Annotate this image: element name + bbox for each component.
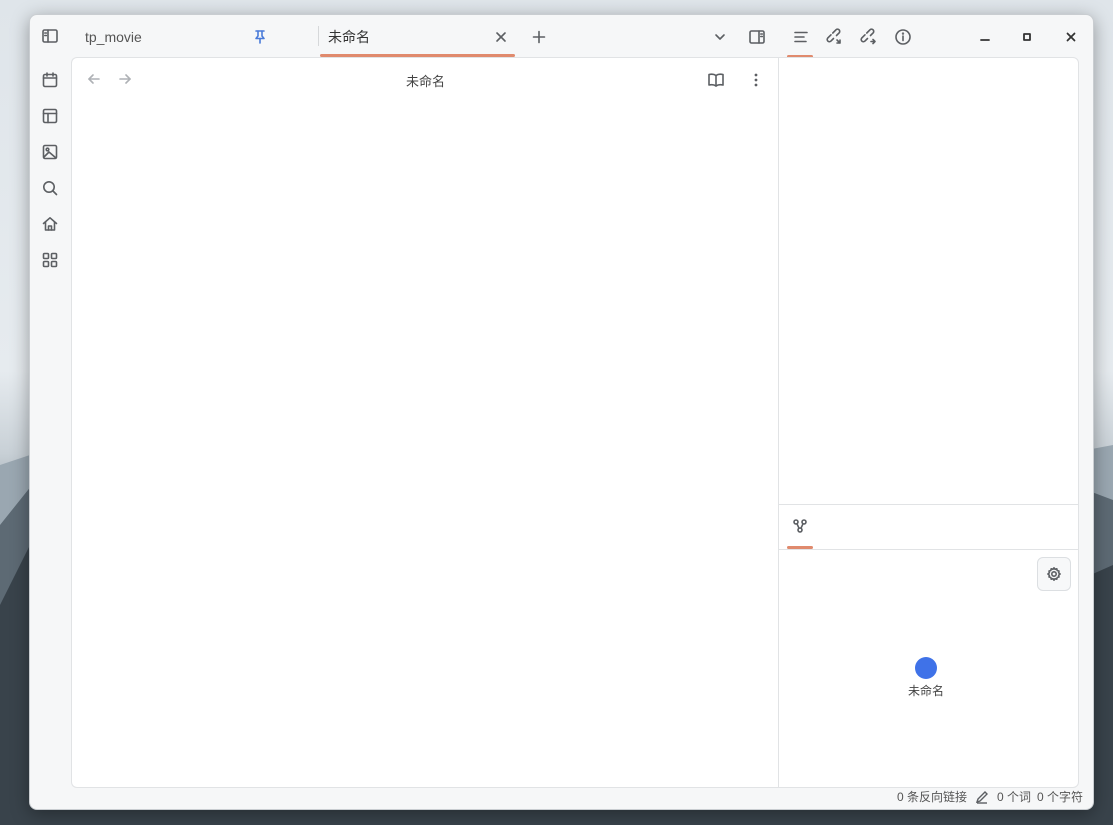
graph-header-divider (779, 549, 1078, 550)
sidebar-toggle-icon[interactable] (40, 26, 60, 46)
tab-label: tp_movie (85, 29, 142, 45)
right-sidebar-toggle-icon[interactable] (746, 26, 768, 48)
image-icon[interactable] (40, 142, 60, 162)
layout-icon[interactable] (40, 106, 60, 126)
app-window: tp_movie 未命名 未命名 未命名 0 条反向链接 0 个词 0 个字符 (29, 14, 1094, 810)
pin-icon[interactable] (251, 28, 269, 46)
graph-settings-gear-icon[interactable] (1037, 557, 1071, 591)
calendar-icon[interactable] (40, 70, 60, 90)
word-count: 0 个词 (996, 790, 1031, 804)
backlinks-count[interactable]: 0 条反向链接 (897, 788, 967, 805)
tab-separator (318, 26, 319, 46)
minimize-icon[interactable] (974, 26, 996, 48)
outline-icon[interactable] (790, 26, 812, 48)
home-icon[interactable] (40, 214, 60, 234)
close-window-icon[interactable] (1060, 26, 1082, 48)
close-tab-icon[interactable] (492, 28, 510, 46)
status-bar: 0 条反向链接 0 个词 0 个字符 (897, 788, 1083, 805)
title-bar: tp_movie 未命名 (71, 15, 1093, 58)
outgoing-links-icon[interactable] (858, 26, 880, 48)
graph-view-icon[interactable] (789, 515, 811, 537)
note-title[interactable]: 未命名 (72, 71, 779, 90)
tab-label: 未命名 (328, 29, 370, 45)
sidebar-divider (779, 504, 1078, 505)
search-icon[interactable] (40, 178, 60, 198)
edit-pencil-icon[interactable] (973, 789, 991, 805)
maximize-icon[interactable] (1016, 26, 1038, 48)
graph-node-label: 未命名 (907, 684, 944, 698)
new-tab-icon[interactable] (529, 27, 549, 47)
graph-node[interactable] (915, 657, 937, 679)
right-sidebar: 未命名 (778, 57, 1079, 788)
dashboard-icon[interactable] (40, 250, 60, 270)
backlinks-icon[interactable] (824, 26, 846, 48)
char-count: 0 个字符 (1036, 790, 1083, 804)
editor-pane[interactable]: 未命名 (71, 57, 779, 788)
more-options-icon[interactable] (745, 69, 767, 91)
reading-view-book-icon[interactable] (705, 69, 727, 91)
tab-untitled[interactable]: 未命名 (320, 21, 515, 57)
tab-list-chevron-down-icon[interactable] (710, 27, 730, 47)
tab-tp-movie[interactable]: tp_movie (85, 21, 280, 53)
left-ribbon (30, 15, 71, 809)
info-icon[interactable] (892, 26, 914, 48)
